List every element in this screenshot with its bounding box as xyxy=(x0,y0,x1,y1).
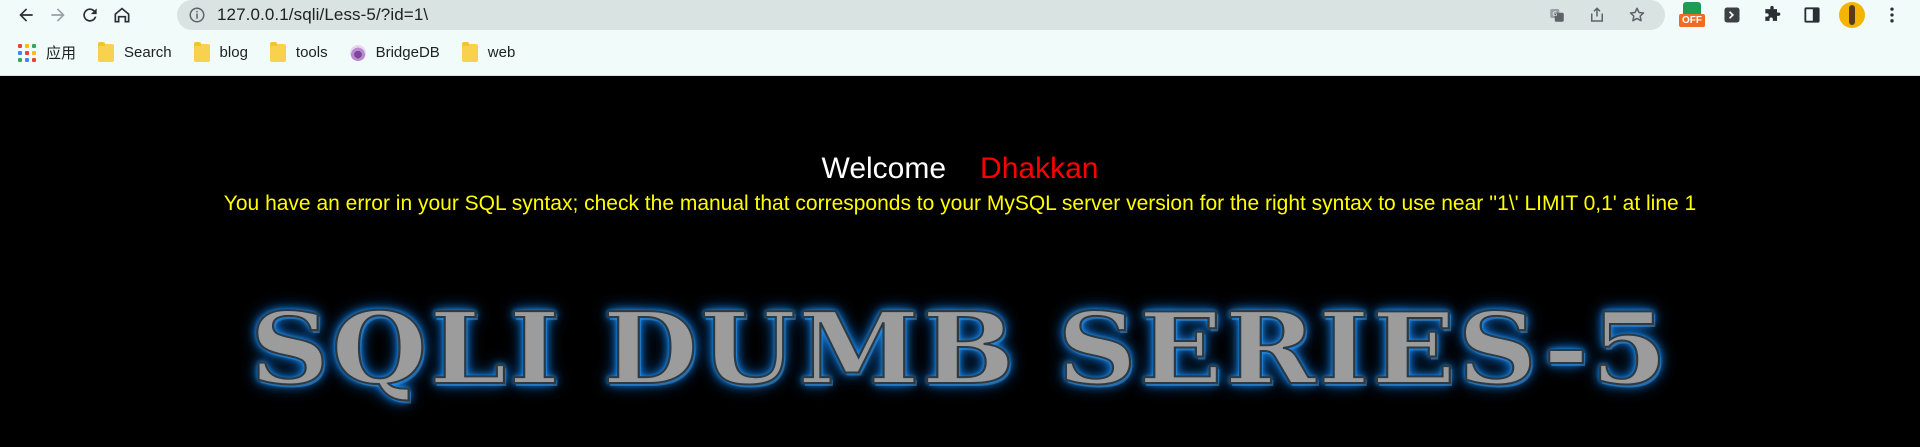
site-info-icon[interactable] xyxy=(177,0,217,30)
share-icon[interactable] xyxy=(1577,0,1617,30)
bookmark-search[interactable]: Search xyxy=(98,41,172,62)
star-icon[interactable] xyxy=(1617,0,1657,30)
series-banner: SQLI DUMB SERIES-5 xyxy=(0,291,1920,408)
translate-icon[interactable]: G xyxy=(1537,0,1577,30)
reload-button[interactable] xyxy=(74,0,106,30)
profile-button[interactable] xyxy=(1832,0,1872,30)
off-badge-icon: OFF xyxy=(1678,2,1706,28)
folder-icon xyxy=(269,41,286,62)
bookmark-web[interactable]: web xyxy=(461,41,516,62)
sql-error-message: You have an error in your SQL syntax; ch… xyxy=(223,192,1697,215)
series-banner-text: SQLI DUMB SERIES-5 xyxy=(249,291,1670,408)
forward-button[interactable] xyxy=(42,0,74,30)
url-text[interactable]: 127.0.0.1/sqli/Less-5/?id=1\ xyxy=(217,5,1537,25)
back-arrow-icon xyxy=(19,8,33,22)
terminal-extension-button[interactable] xyxy=(1712,0,1752,30)
bookmark-label: Search xyxy=(124,44,172,61)
username-text: Dhakkan xyxy=(980,152,1099,185)
bookmark-bridgedb[interactable]: BridgeDB xyxy=(349,44,440,61)
forward-arrow-icon xyxy=(51,8,65,22)
welcome-text: Welcome xyxy=(821,152,947,185)
bookmark-label: tools xyxy=(295,44,328,61)
onion-icon xyxy=(349,44,366,61)
home-button[interactable] xyxy=(106,0,138,30)
address-bar[interactable]: 127.0.0.1/sqli/Less-5/?id=1\ G xyxy=(177,0,1665,30)
page-content: Welcome Dhakkan You have an error in your… xyxy=(0,77,1920,447)
folder-icon xyxy=(193,41,210,62)
extensions-button[interactable] xyxy=(1752,0,1792,30)
extension-off-button[interactable]: OFF xyxy=(1672,0,1712,30)
svg-text:G: G xyxy=(1553,11,1558,18)
terminal-icon xyxy=(1724,7,1740,23)
welcome-line: Welcome Dhakkan xyxy=(0,152,1920,186)
back-button[interactable] xyxy=(10,0,42,30)
avatar xyxy=(1839,2,1865,28)
folder-icon xyxy=(98,41,115,62)
off-badge-label: OFF xyxy=(1679,14,1705,27)
bookmark-label: BridgeDB xyxy=(375,44,440,61)
menu-button[interactable] xyxy=(1872,0,1912,30)
side-panel-button[interactable] xyxy=(1792,0,1832,30)
side-panel-icon xyxy=(1804,7,1820,23)
bookmark-blog[interactable]: blog xyxy=(193,41,248,62)
bookmark-label: web xyxy=(487,44,516,61)
bookmark-label: blog xyxy=(219,44,248,61)
home-icon xyxy=(114,7,130,23)
folder-icon xyxy=(461,41,478,62)
bookmark-apps[interactable]: 应用 xyxy=(18,42,76,63)
browser-toolbar: 127.0.0.1/sqli/Less-5/?id=1\ G OFF xyxy=(0,0,1920,30)
kebab-menu-icon xyxy=(1890,7,1894,23)
bookmark-tools[interactable]: tools xyxy=(269,41,328,62)
reload-icon xyxy=(83,8,97,22)
apps-grid-icon xyxy=(18,43,36,62)
bookmarks-bar: 应用 Search blog tools BridgeDB web xyxy=(0,30,1920,76)
bookmark-label: 应用 xyxy=(46,45,77,62)
puzzle-icon xyxy=(1765,5,1781,21)
